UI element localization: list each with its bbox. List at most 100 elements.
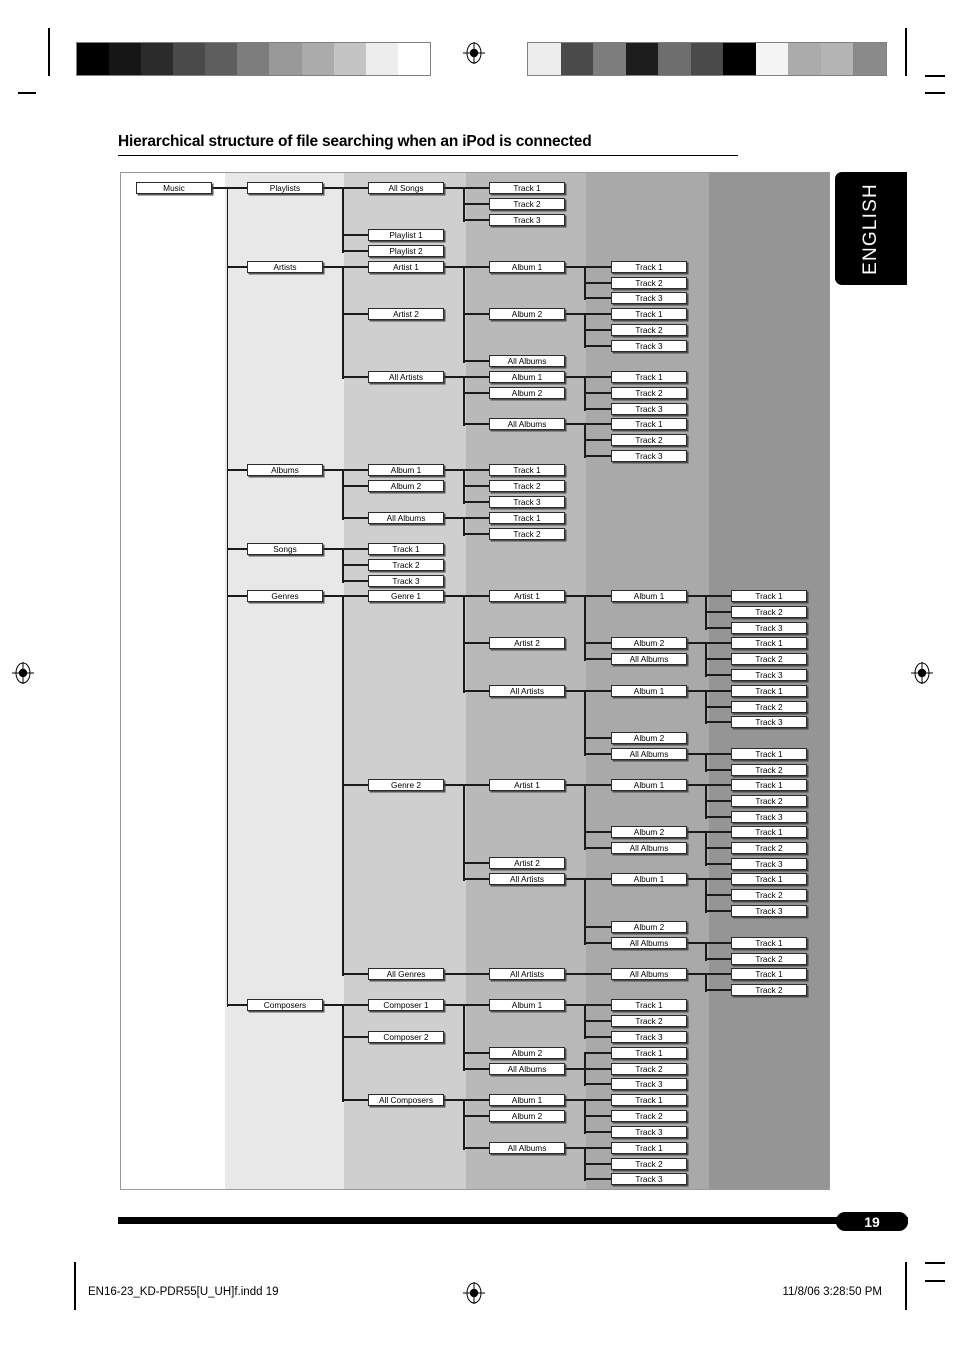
- color-swatch: [690, 43, 724, 75]
- node-gallal-t2: Track 2: [731, 984, 807, 996]
- node-g1a1-al1: Album 1: [611, 590, 687, 602]
- node-g1-ar1: Artist 1: [489, 590, 565, 602]
- node-arall-al1: Album 1: [489, 371, 565, 383]
- node-ar1al1-t1: Track 1: [611, 261, 687, 273]
- node-g1a1al1-t1: Track 1: [731, 590, 807, 602]
- language-tab-label: ENGLISH: [860, 182, 881, 275]
- color-swatch: [205, 43, 238, 75]
- node-g1aaal1-t2: Track 2: [731, 701, 807, 713]
- node-c1al2-t3: Track 3: [611, 1078, 687, 1090]
- node-g1a1al2-t3: Track 3: [731, 669, 807, 681]
- color-swatch: [109, 43, 142, 75]
- node-gn-all: All Genres: [368, 968, 444, 980]
- node-gn-1: Genre 1: [368, 590, 444, 602]
- node-c1al2-t2: Track 2: [611, 1063, 687, 1075]
- page-title: Hierarchical structure of file searching…: [118, 133, 738, 156]
- crop-mark-top-right-v: [905, 28, 907, 76]
- node-ar1al2-t3: Track 3: [611, 340, 687, 352]
- node-g1aall-alall: All Albums: [611, 748, 687, 760]
- node-albums: Albums: [247, 464, 323, 476]
- crop-mark-bottom-right-h: [925, 1262, 945, 1264]
- node-araall-t3: Track 3: [611, 403, 687, 415]
- node-al-all: All Albums: [368, 512, 444, 524]
- node-ar1al1-t3: Track 3: [611, 292, 687, 304]
- node-alb-t2: Track 2: [489, 480, 565, 492]
- color-swatch: [528, 43, 561, 75]
- node-pl-all: All Songs: [368, 182, 444, 194]
- node-g1a1-al2: Album 2: [611, 637, 687, 649]
- node-alball-t1: Track 1: [489, 512, 565, 524]
- color-swatch: [625, 43, 659, 75]
- color-swatch: [365, 43, 398, 75]
- node-g1a1-alall: All Albums: [611, 653, 687, 665]
- node-araall2-t2: Track 2: [611, 434, 687, 446]
- node-pl-all-t2: Track 2: [489, 198, 565, 210]
- node-sg-3: Track 3: [368, 575, 444, 587]
- node-g1aaal1-t3: Track 3: [731, 716, 807, 728]
- node-g2aall-alall: All Albums: [611, 937, 687, 949]
- crop-mark-top-right-h: [925, 75, 945, 77]
- node-gn-2: Genre 2: [368, 779, 444, 791]
- color-swatch: [397, 43, 430, 75]
- node-g2aaall-t1: Track 1: [731, 937, 807, 949]
- node-g1aall-al1: Album 1: [611, 685, 687, 697]
- node-g1a1al1-t3: Track 3: [731, 622, 807, 634]
- node-sg-1: Track 1: [368, 543, 444, 555]
- crop-mark-top-left-v: [48, 28, 50, 76]
- node-g2aaall-t2: Track 2: [731, 953, 807, 965]
- node-g2a1al2-t2: Track 2: [731, 842, 807, 854]
- node-g2aall-al2: Album 2: [611, 921, 687, 933]
- footer-rule: [118, 1217, 908, 1224]
- color-swatch: [788, 43, 821, 75]
- color-swatch: [658, 43, 691, 75]
- page-number: 19: [836, 1212, 908, 1231]
- node-cp-2: Composer 2: [368, 1031, 444, 1043]
- node-g1a1al1-t2: Track 2: [731, 606, 807, 618]
- node-g2-arall: All Artists: [489, 873, 565, 885]
- node-call1-t1: Track 1: [611, 1094, 687, 1106]
- node-g2a1al2-t1: Track 1: [731, 826, 807, 838]
- node-music: Music: [136, 182, 212, 194]
- node-g1a1al2-t1: Track 1: [731, 637, 807, 649]
- node-al-2: Album 2: [368, 480, 444, 492]
- node-c1al2-t1: Track 1: [611, 1047, 687, 1059]
- color-calibration-bar-right: [527, 42, 887, 76]
- node-g1-arall: All Artists: [489, 685, 565, 697]
- node-ar1al2-t2: Track 2: [611, 324, 687, 336]
- node-gall-alall: All Albums: [611, 968, 687, 980]
- node-ar-1: Artist 1: [368, 261, 444, 273]
- color-swatch: [593, 43, 626, 75]
- node-ar-all: All Artists: [368, 371, 444, 383]
- node-cp-1: Composer 1: [368, 999, 444, 1011]
- crop-mark-bottom-right-v: [905, 1262, 907, 1310]
- color-swatch: [173, 43, 206, 75]
- node-call-al2: Album 2: [489, 1110, 565, 1122]
- color-swatch: [237, 43, 270, 75]
- language-tab: ENGLISH: [835, 172, 907, 285]
- crop-mark-bottom-left-v: [74, 1262, 76, 1310]
- node-call1-t3: Track 3: [611, 1126, 687, 1138]
- color-calibration-bar-left: [76, 42, 431, 76]
- node-ar1al1-t2: Track 2: [611, 277, 687, 289]
- node-call2-t2: Track 2: [611, 1158, 687, 1170]
- node-songs: Songs: [247, 543, 323, 555]
- node-g2-ar1: Artist 1: [489, 779, 565, 791]
- node-g1-ar2: Artist 2: [489, 637, 565, 649]
- footer-filename: EN16-23_KD-PDR55[U_UH]f.indd 19: [88, 1286, 279, 1298]
- registration-mark-bottom: [463, 1282, 485, 1304]
- node-c1-al1: Album 1: [489, 999, 565, 1011]
- node-araall2-t1: Track 1: [611, 418, 687, 430]
- color-swatch: [141, 43, 174, 75]
- node-c1al1-t3: Track 3: [611, 1031, 687, 1043]
- node-g2a1al1-t3: Track 3: [731, 811, 807, 823]
- color-swatch: [853, 43, 886, 75]
- node-composers: Composers: [247, 999, 323, 1011]
- node-g1aaal1-t1: Track 1: [731, 685, 807, 697]
- node-g2-ar2: Artist 2: [489, 857, 565, 869]
- node-c1al1-t2: Track 2: [611, 1015, 687, 1027]
- registration-mark-top: [463, 42, 485, 64]
- node-alb-t3: Track 3: [489, 496, 565, 508]
- node-g1a1al2-t2: Track 2: [731, 653, 807, 665]
- footer-timestamp: 11/8/06 3:28:50 PM: [782, 1286, 882, 1298]
- crop-mark-top-right-h2: [925, 92, 945, 94]
